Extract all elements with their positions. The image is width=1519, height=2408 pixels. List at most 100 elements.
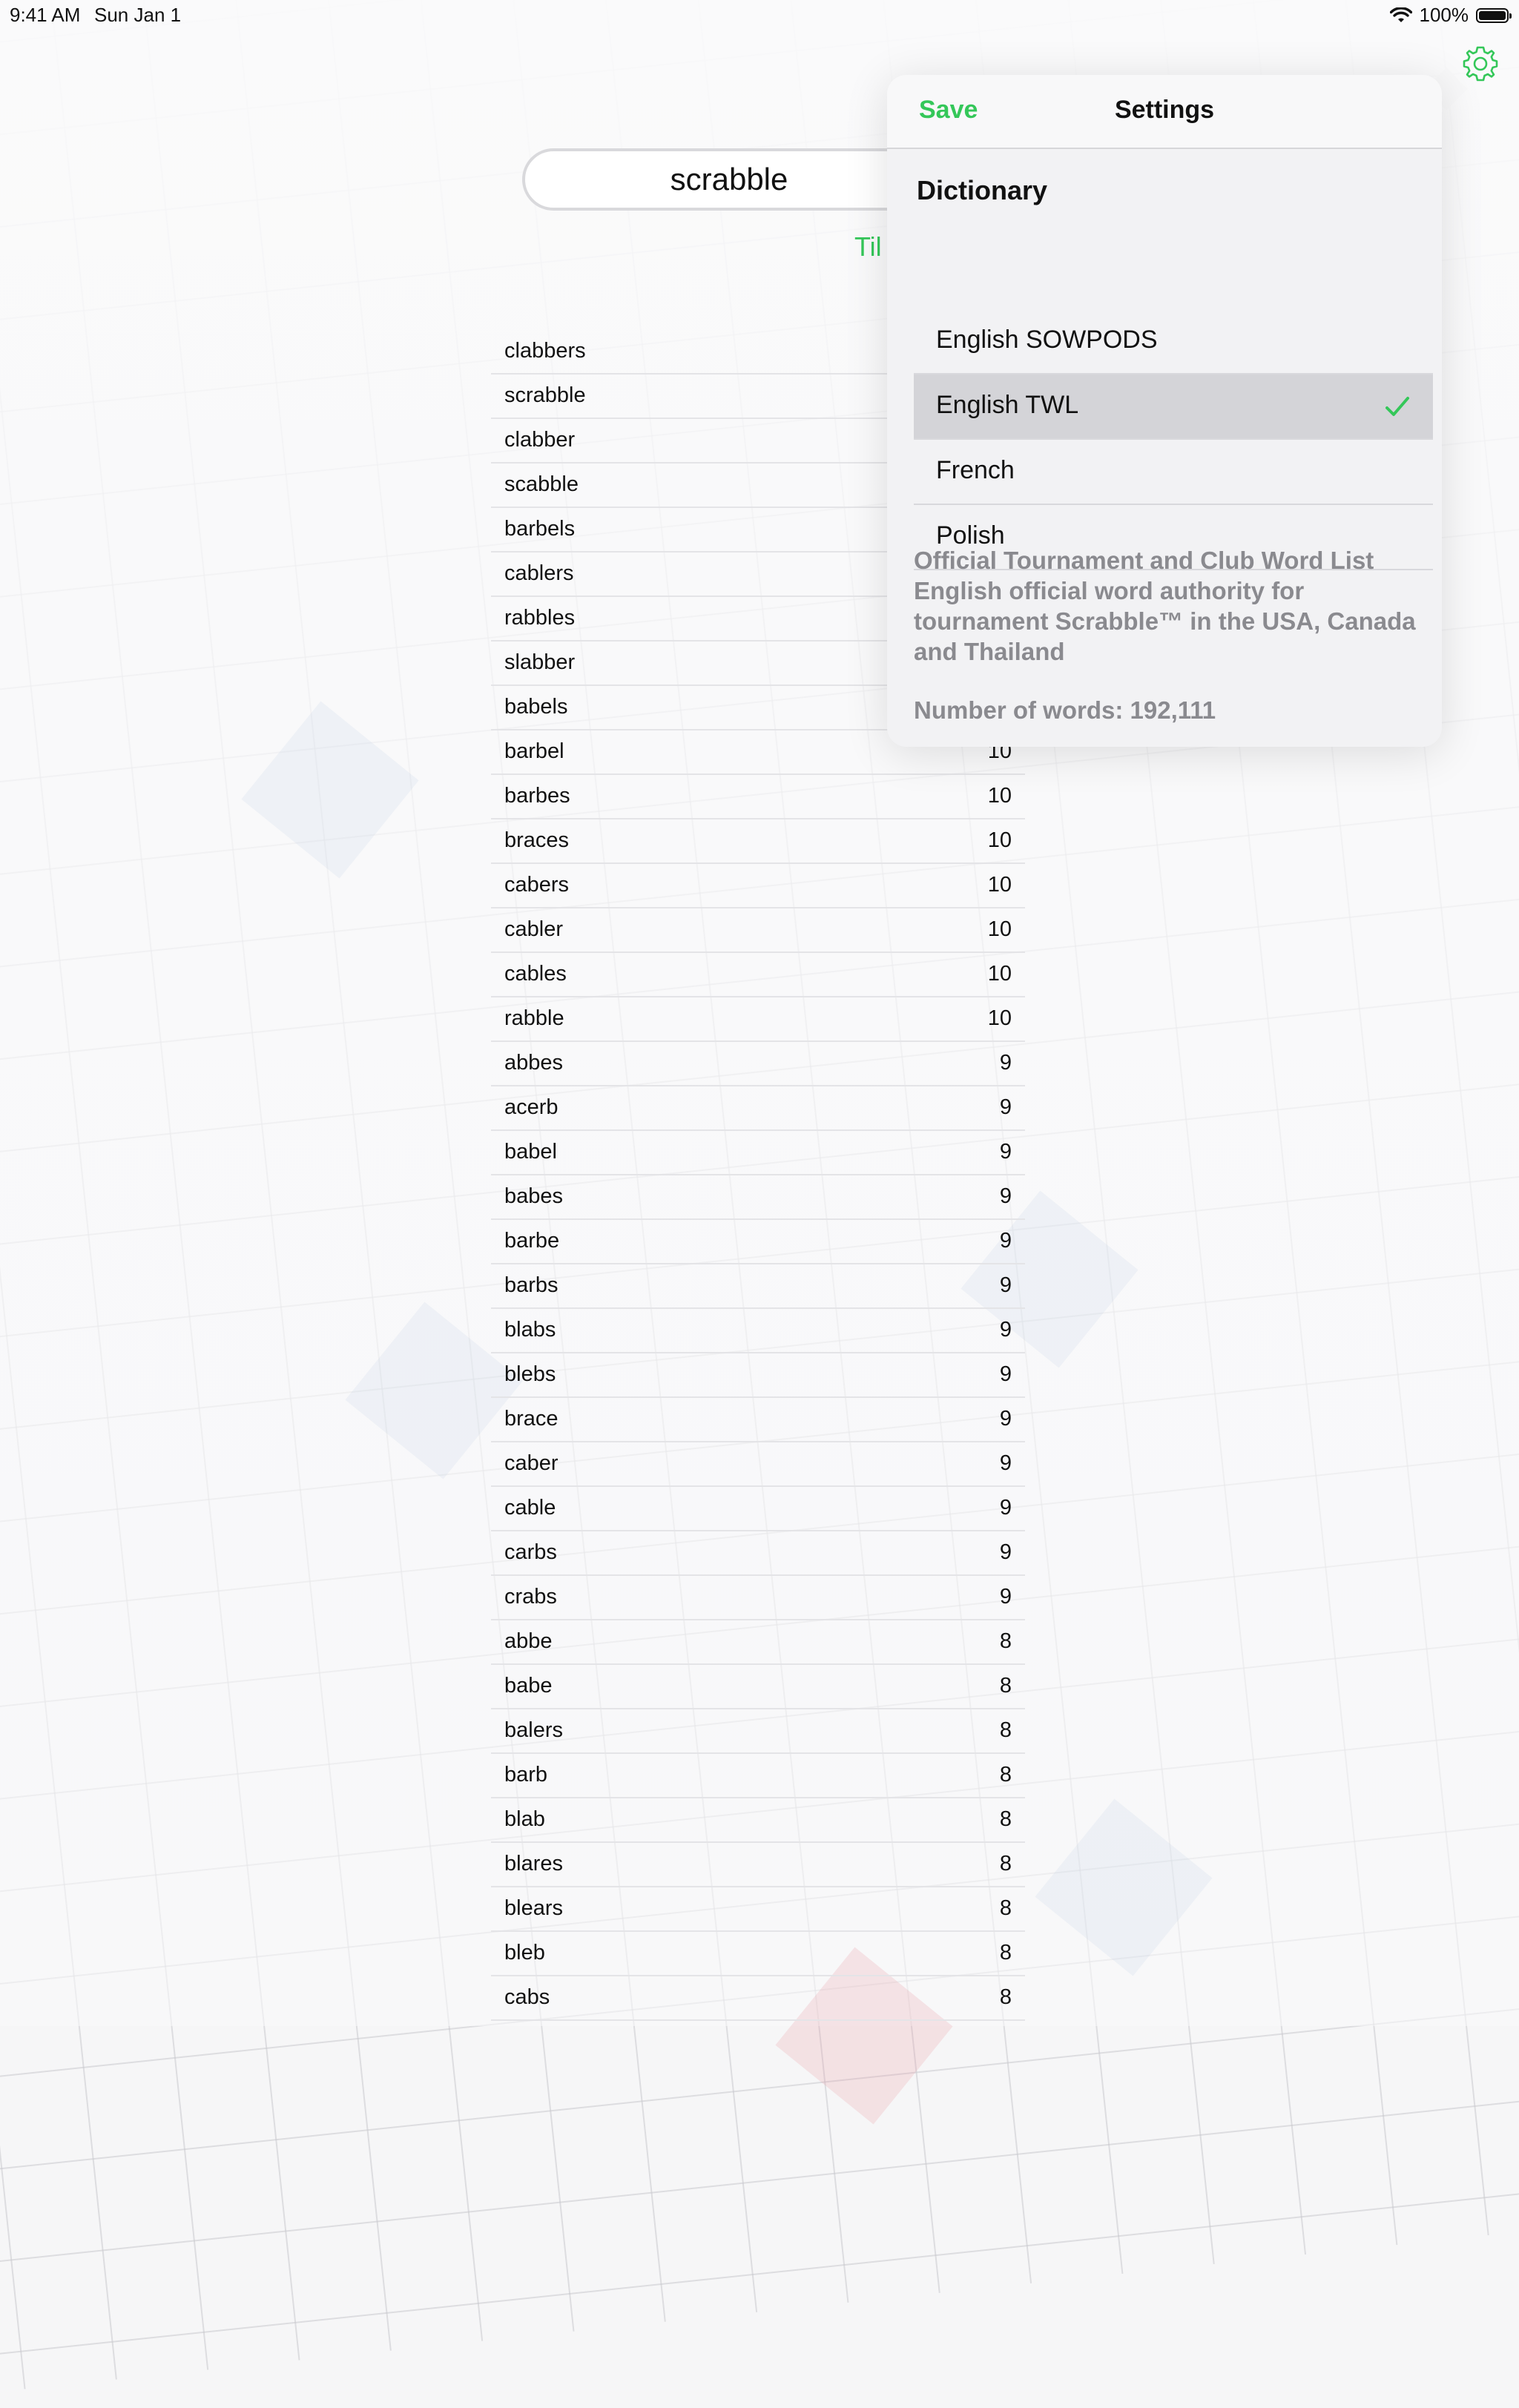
word-row[interactable]: acerb 9 [491,1086,1025,1131]
word-text: blab [504,1807,545,1831]
word-row[interactable]: blabs 9 [491,1309,1025,1353]
word-row[interactable]: barbs 9 [491,1264,1025,1309]
dictionary-option[interactable]: English TWL [914,375,1433,440]
dictionary-option[interactable]: English SOWPODS [914,309,1433,375]
word-row[interactable]: blares 8 [491,1843,1025,1887]
word-row[interactable]: barb 8 [491,1754,1025,1798]
word-text: abbe [504,1629,553,1653]
dictionary-option[interactable]: French [914,440,1433,505]
word-score: 8 [999,1629,1012,1653]
word-text: cable [504,1496,556,1520]
word-text: cabers [504,873,570,897]
word-score: 10 [987,917,1012,941]
word-row[interactable]: carbs 9 [491,1531,1025,1576]
dictionary-option-label: English SOWPODS [936,326,1158,354]
word-score: 9 [999,1585,1012,1609]
word-row[interactable]: caber 9 [491,1442,1025,1487]
word-row[interactable]: blab 8 [491,1798,1025,1843]
status-time: 9:41 AM [10,4,81,26]
word-text: clabber [504,428,576,452]
word-text: barbe [504,1229,560,1253]
word-row[interactable]: braces 10 [491,819,1025,864]
word-row[interactable]: cables 10 [491,953,1025,997]
word-score: 8 [999,1985,1012,2009]
word-row[interactable]: barbes 10 [491,775,1025,819]
word-text: abbes [504,1051,564,1075]
word-text: balers [504,1718,563,1742]
word-row[interactable]: blears 8 [491,1887,1025,1932]
word-score: 9 [999,1496,1012,1520]
checkmark-icon [1385,397,1409,416]
word-text: cabs [504,1985,550,2009]
word-score: 8 [999,1807,1012,1831]
word-row[interactable]: cable 9 [491,1487,1025,1531]
tiles-link[interactable]: Til [854,231,882,263]
word-row[interactable]: balers 8 [491,1709,1025,1754]
word-text: carbs [504,1540,557,1564]
word-score: 9 [999,1540,1012,1564]
word-score: 8 [999,1852,1012,1876]
word-score: 9 [999,1273,1012,1297]
word-text: babes [504,1184,564,1208]
word-text: barbel [504,739,564,763]
word-row[interactable]: bleb 8 [491,1932,1025,1976]
word-text: cabler [504,917,563,941]
word-row[interactable]: babel 9 [491,1131,1025,1175]
word-text: blears [504,1896,563,1920]
word-score: 9 [999,1095,1012,1119]
status-date: Sun Jan 1 [94,4,182,26]
word-row[interactable]: cabs 8 [491,1976,1025,2021]
word-text: blebs [504,1362,556,1386]
word-score: 8 [999,1674,1012,1698]
gear-icon[interactable] [1461,44,1500,83]
word-text: clabbers [504,339,586,363]
word-text: barbels [504,517,576,541]
word-score: 8 [999,1941,1012,1965]
battery-percentage: 100% [1419,4,1469,26]
search-input-value: scrabble [670,162,788,197]
word-text: caber [504,1451,558,1475]
settings-popover: Settings Save Dictionary English SOWPODS… [887,75,1442,747]
popover-header: Settings Save [887,75,1442,149]
word-score: 10 [987,1006,1012,1030]
word-text: cables [504,962,567,986]
status-bar: 9:41 AM Sun Jan 1 100% [0,0,1519,30]
word-row[interactable]: abbes 9 [491,1042,1025,1086]
word-score: 10 [987,784,1012,808]
word-score: 8 [999,1763,1012,1787]
word-text: scabble [504,472,579,496]
word-text: scrabble [504,383,586,407]
word-text: barb [504,1763,548,1787]
word-text: brace [504,1407,558,1431]
word-text: braces [504,828,570,852]
word-score: 8 [999,1896,1012,1920]
word-text: babels [504,695,568,719]
word-row[interactable]: rabble 10 [491,997,1025,1042]
word-score: 9 [999,1362,1012,1386]
dictionary-description: Official Tournament and Club Word List E… [914,547,1416,665]
battery-level [1479,10,1506,20]
word-row[interactable]: crabs 9 [491,1576,1025,1620]
word-text: barbes [504,784,570,808]
word-row[interactable]: babe 8 [491,1665,1025,1709]
word-score: 10 [987,873,1012,897]
word-row[interactable]: brace 9 [491,1398,1025,1442]
dictionary-option-label: French [936,456,1015,484]
wifi-icon [1389,7,1412,22]
word-score: 9 [999,1051,1012,1075]
word-row[interactable]: cabler 10 [491,908,1025,953]
save-button[interactable]: Save [919,96,978,125]
word-row[interactable]: babes 9 [491,1175,1025,1220]
word-row[interactable]: barbe 9 [491,1220,1025,1264]
word-row[interactable]: abbe 8 [491,1620,1025,1665]
word-text: barbs [504,1273,558,1297]
word-score: 9 [999,1140,1012,1164]
dictionary-option-label: English TWL [936,391,1079,419]
battery-icon [1476,7,1512,23]
word-row[interactable]: blebs 9 [491,1353,1025,1398]
word-row[interactable]: cabers 10 [491,864,1025,908]
word-text: bleb [504,1941,545,1965]
dictionary-word-count: Number of words: 192,111 [914,696,1216,724]
status-indicators: 100% [1389,4,1512,27]
word-text: acerb [504,1095,558,1119]
